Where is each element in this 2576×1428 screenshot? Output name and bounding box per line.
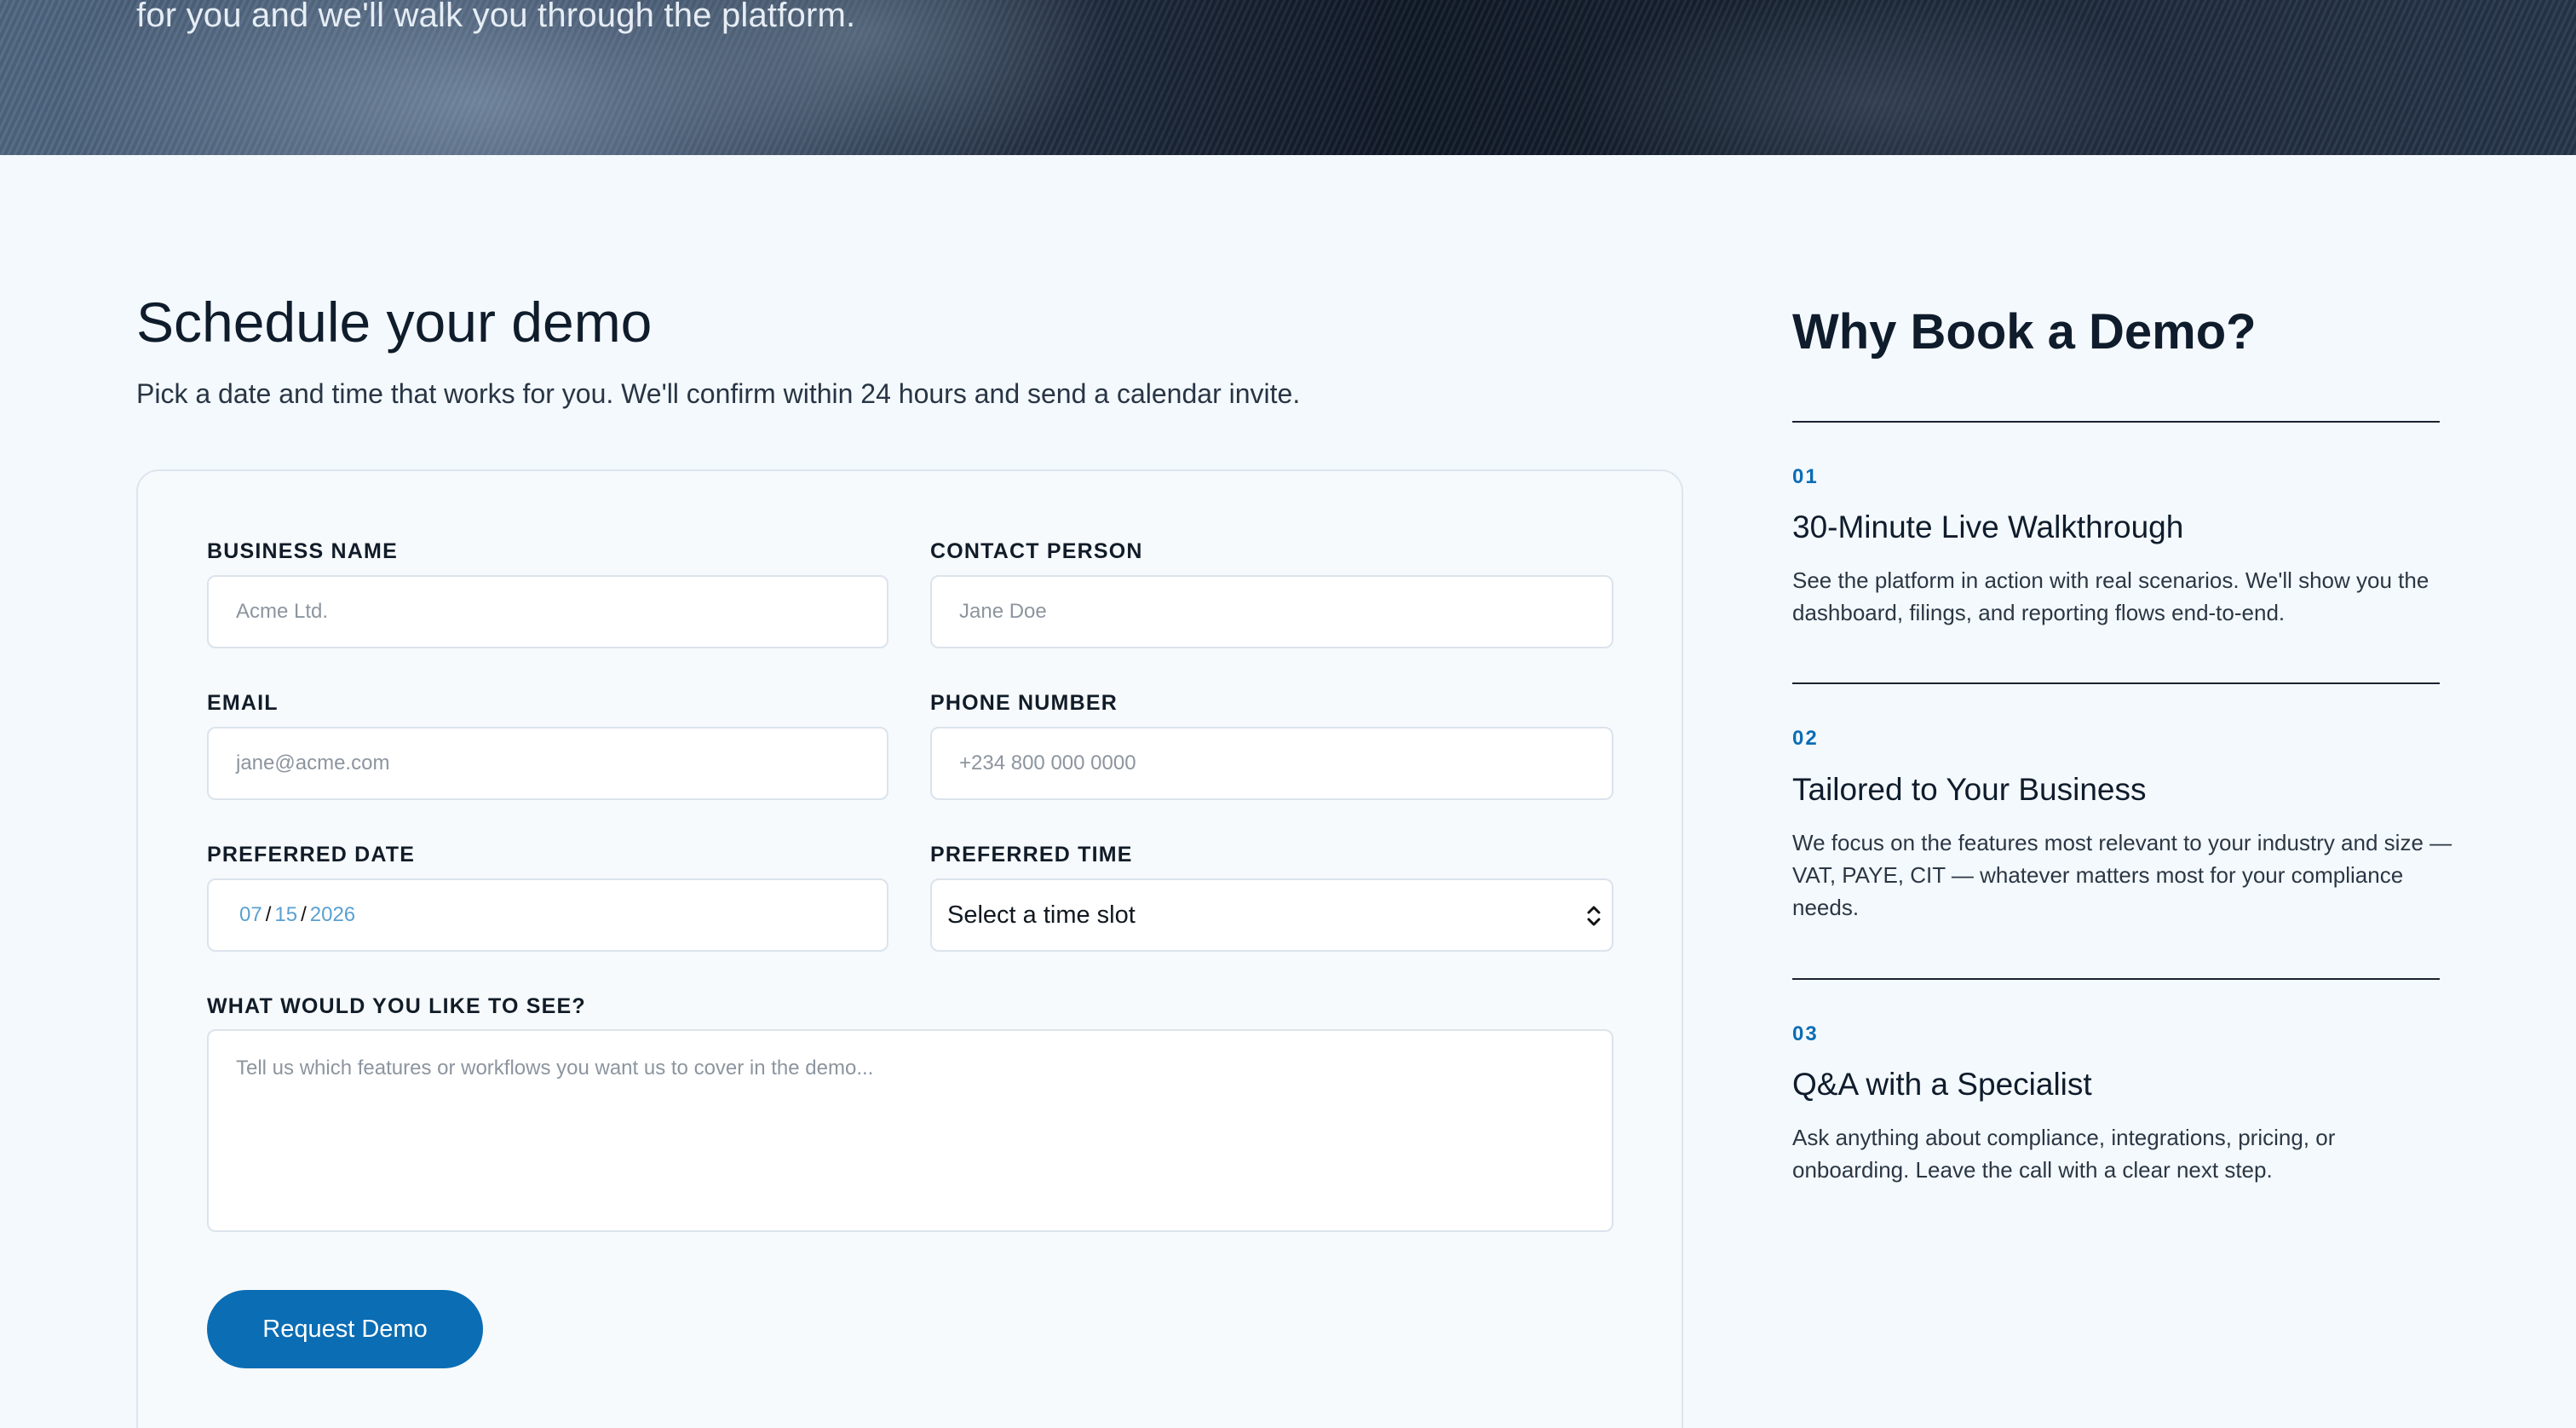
message-placeholder: Tell us which features or workflows you … xyxy=(236,1057,874,1080)
reason-text: Ask anything about compliance, integrati… xyxy=(1792,1125,2336,1183)
preferred-time-select[interactable]: Select a time slot xyxy=(930,878,1613,952)
date-separator: / xyxy=(301,903,307,926)
page-description: Pick a date and time that works for you.… xyxy=(136,378,1301,409)
phone-label: PHONE NUMBER xyxy=(930,691,1118,715)
contact-person-label: CONTACT PERSON xyxy=(930,539,1143,563)
page-title: Schedule your demo xyxy=(136,291,653,354)
date-month[interactable]: 07 xyxy=(239,903,262,926)
chevron-up-down-icon xyxy=(1587,906,1601,926)
reason-text: See the platform in action with real sce… xyxy=(1792,567,2429,625)
business-name-placeholder: Acme Ltd. xyxy=(236,600,329,623)
business-name-label: BUSINESS NAME xyxy=(207,539,398,563)
divider xyxy=(1792,421,2440,423)
reason-title: Tailored to Your Business xyxy=(1792,772,2147,807)
date-year[interactable]: 2026 xyxy=(310,903,355,926)
date-day[interactable]: 15 xyxy=(274,903,297,926)
phone-input[interactable]: +234 800 000 0000 xyxy=(930,727,1613,800)
contact-person-placeholder: Jane Doe xyxy=(959,600,1047,623)
date-separator: / xyxy=(265,903,272,926)
reason-number: 01 xyxy=(1792,465,1819,488)
email-input[interactable]: jane@acme.com xyxy=(207,727,888,800)
preferred-date-label: PREFERRED DATE xyxy=(207,843,416,867)
hero-banner: for you and we'll walk you through the p… xyxy=(0,0,2576,155)
divider xyxy=(1792,978,2440,980)
preferred-date-input[interactable]: 07/15/2026 xyxy=(207,878,888,952)
preferred-time-label: PREFERRED TIME xyxy=(930,843,1133,867)
phone-placeholder: +234 800 000 0000 xyxy=(959,751,1136,774)
reason-text: We focus on the features most relevant t… xyxy=(1792,830,2452,920)
request-demo-button[interactable]: Request Demo xyxy=(207,1290,483,1368)
preferred-time-value: Select a time slot xyxy=(947,901,1136,929)
message-label: WHAT WOULD YOU LIKE TO SEE? xyxy=(207,994,586,1018)
reason-title: Q&A with a Specialist xyxy=(1792,1067,2092,1102)
reason-number: 02 xyxy=(1792,727,1819,750)
why-book-title: Why Book a Demo? xyxy=(1792,304,2257,360)
message-textarea[interactable]: Tell us which features or workflows you … xyxy=(207,1029,1613,1232)
reason-number: 03 xyxy=(1792,1022,1819,1045)
business-name-input[interactable]: Acme Ltd. xyxy=(207,575,888,648)
hero-subtitle: for you and we'll walk you through the p… xyxy=(136,0,856,34)
email-placeholder: jane@acme.com xyxy=(236,751,390,774)
contact-person-input[interactable]: Jane Doe xyxy=(930,575,1613,648)
email-label: EMAIL xyxy=(207,691,279,715)
divider xyxy=(1792,682,2440,684)
reason-title: 30-Minute Live Walkthrough xyxy=(1792,510,2184,544)
